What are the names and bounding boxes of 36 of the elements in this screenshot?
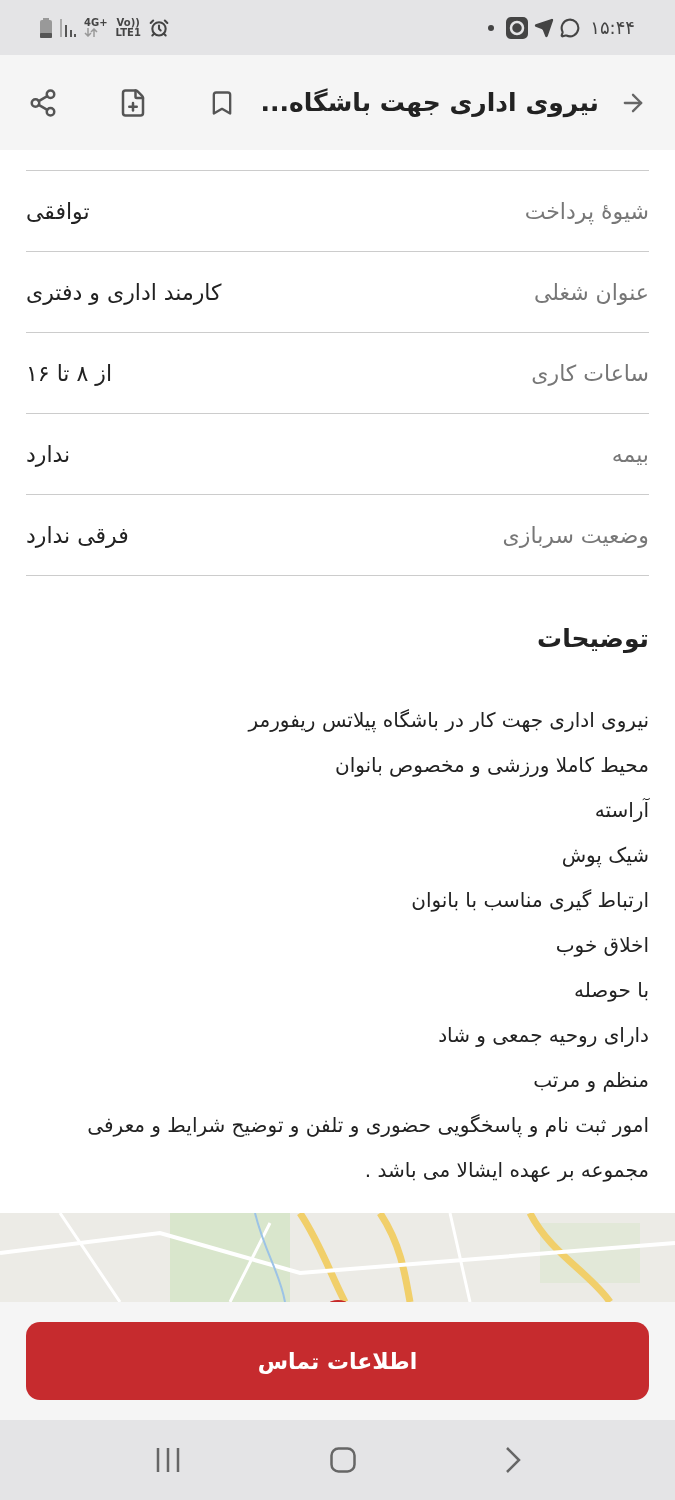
section-heading: توضیحات: [536, 623, 649, 655]
back-nav-icon: [504, 1447, 521, 1473]
detail-value: توافقی: [26, 197, 90, 226]
detail-label: شیوهٔ پرداخت: [524, 197, 649, 227]
recent-apps-icon: [154, 1448, 181, 1472]
detail-value: فرقی ندارد: [26, 521, 129, 550]
description-text: نیروی اداری جهت کار در باشگاه پیلاتس ریفورمر: [246, 706, 649, 735]
detail-label: عنوان شغلی: [533, 278, 649, 307]
alarm-icon: [148, 17, 169, 38]
description-text: اخلاق خوب: [554, 931, 649, 959]
description-text: منظم و مرتب: [532, 1066, 649, 1094]
share-button[interactable]: [28, 87, 58, 118]
detail-value: ندارد: [26, 440, 71, 469]
description-text: شیک پوش: [560, 841, 649, 870]
description-text: محیط کاملا ورزشی و مخصوص بانوان: [333, 751, 649, 779]
volte-label: Vo)): [116, 17, 140, 28]
description-text: با حوصله: [572, 976, 649, 1004]
signal-icon: [60, 18, 76, 37]
detail-label: ساعات کاری: [531, 359, 649, 388]
lte-label: LTE1: [115, 27, 141, 38]
description-text: دارای روحیه جمعی و شاد: [437, 1021, 649, 1049]
detail-value: کارمند اداری و دفتری: [26, 278, 222, 307]
network-label: 4G+: [84, 18, 108, 28]
contact-info-button[interactable]: اطلاعات تماس: [26, 1322, 649, 1400]
battery-icon: [40, 17, 52, 38]
transfer-arrows-icon: [84, 28, 98, 37]
home-icon: [329, 1447, 356, 1473]
description-text: آراسته: [593, 796, 649, 824]
description-text: ارتباط گیری مناسب با بانوان: [410, 886, 649, 914]
detail-label: وضعیت سربازی: [502, 521, 649, 550]
detail-label: بیمه: [611, 440, 649, 469]
page-title: نیروی اداری جهت باشگاه...: [259, 86, 599, 120]
description-text: امور ثبت نام و پاسخگویی حضوری و تلفن و توضیح شرایط و معرفی مجموعه بر عهده ایشالا می باشد .: [86, 1111, 649, 1184]
clock-time: ۱۵:۴۴: [590, 16, 635, 40]
app-logo-icon: [506, 16, 529, 39]
detail-value: از ۸ تا ۱۶: [26, 359, 112, 388]
